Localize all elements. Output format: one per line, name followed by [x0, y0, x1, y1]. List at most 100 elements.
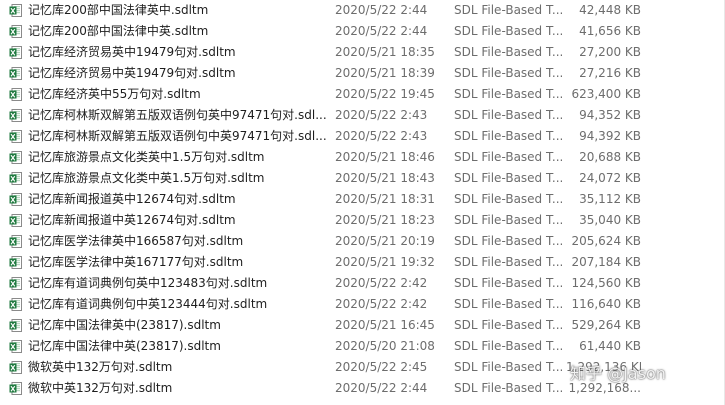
file-type: SDL File-Based T...	[454, 318, 562, 332]
file-name: 记忆库新闻报道英中12674句对.sdltm	[28, 192, 236, 206]
file-size: 205,624 KB	[571, 234, 641, 248]
file-date-modified: 2020/5/22 2:44	[335, 381, 428, 395]
file-name: 记忆库柯林斯双解第五版双语例句英中97471句对.sdl...	[28, 108, 327, 122]
file-row[interactable]: 记忆库中国法律英中(23817).sdltm 2020/5/21 16:45 SDL…	[0, 315, 725, 336]
file-date-modified: 2020/5/22 19:45	[335, 87, 435, 101]
file-date-modified: 2020/5/21 18:31	[335, 192, 435, 206]
file-name: 记忆库医学法律中英167177句对.sdltm	[28, 255, 244, 269]
file-name: 记忆库旅游景点文化类中英1.5万句对.sdltm	[28, 171, 265, 185]
file-size: 24,072 KB	[579, 171, 641, 185]
file-row[interactable]: 记忆库200部中国法律英中.sdltm 2020/5/22 2:44 SDL Fil…	[0, 0, 725, 21]
file-size: 27,216 KB	[579, 66, 641, 80]
excel-sheet-icon	[9, 46, 22, 59]
file-row[interactable]: 微软英中132万句对.sdltm 2020/5/22 2:45 SDL File-B…	[0, 357, 725, 378]
file-row[interactable]: 记忆库柯林斯双解第五版双语例句中英97471句对.sdl... 2020/5/22…	[0, 126, 725, 147]
file-row[interactable]: 记忆库经济贸易中英19479句对.sdltm 2020/5/21 18:39 SDL…	[0, 63, 725, 84]
file-date-modified: 2020/5/21 18:43	[335, 171, 435, 185]
file-name: 记忆库新闻报道中英12674句对.sdltm	[28, 213, 236, 227]
file-name: 记忆库旅游景点文化类英中1.5万句对.sdltm	[28, 150, 265, 164]
excel-sheet-icon	[9, 109, 22, 122]
file-size: 61,440 KB	[579, 339, 641, 353]
file-date-modified: 2020/5/20 21:08	[335, 339, 435, 353]
file-size: 94,352 KB	[579, 108, 641, 122]
file-size: 27,200 KB	[579, 45, 641, 59]
excel-sheet-icon	[9, 67, 22, 80]
file-type: SDL File-Based T...	[454, 3, 562, 17]
file-size: 1,292,168...	[568, 381, 641, 395]
file-size: 42,448 KB	[579, 3, 641, 17]
excel-sheet-icon	[9, 193, 22, 206]
file-row[interactable]: 记忆库经济英中55万句对.sdltm 2020/5/22 19:45 SDL Fil…	[0, 84, 725, 105]
file-type: SDL File-Based T...	[454, 234, 562, 248]
file-date-modified: 2020/5/22 2:42	[335, 297, 428, 311]
file-type: SDL File-Based T...	[454, 360, 562, 374]
file-name: 微软中英132万句对.sdltm	[28, 381, 173, 395]
file-size: 20,688 KB	[579, 150, 641, 164]
file-date-modified: 2020/5/22 2:44	[335, 3, 428, 17]
file-name: 记忆库200部中国法律中英.sdltm	[28, 24, 209, 38]
file-name: 记忆库经济英中55万句对.sdltm	[28, 87, 201, 101]
file-date-modified: 2020/5/22 2:42	[335, 276, 428, 290]
file-date-modified: 2020/5/22 2:43	[335, 108, 428, 122]
file-row[interactable]: 记忆库旅游景点文化类英中1.5万句对.sdltm 2020/5/21 18:46 S…	[0, 147, 725, 168]
file-size: 35,040 KB	[579, 213, 641, 227]
file-row[interactable]: 记忆库医学法律英中166587句对.sdltm 2020/5/21 20:19 SD…	[0, 231, 725, 252]
file-size: 41,656 KB	[579, 24, 641, 38]
excel-sheet-icon	[9, 214, 22, 227]
file-size: 35,112 KB	[579, 192, 641, 206]
excel-sheet-icon	[9, 319, 22, 332]
file-row[interactable]: 记忆库经济贸易英中19479句对.sdltm 2020/5/21 18:35 SDL…	[0, 42, 725, 63]
file-name: 记忆库经济贸易英中19479句对.sdltm	[28, 45, 236, 59]
file-row[interactable]: 微软中英132万句对.sdltm 2020/5/22 2:44 SDL File-B…	[0, 378, 725, 399]
file-name: 记忆库有道词典例句中英123444句对.sdltm	[28, 297, 268, 311]
excel-sheet-icon	[9, 25, 22, 38]
file-row[interactable]: 记忆库有道词典例句中英123444句对.sdltm 2020/5/22 2:42 S…	[0, 294, 725, 315]
file-name: 记忆库中国法律中英(23817).sdltm	[28, 339, 221, 353]
file-date-modified: 2020/5/21 18:46	[335, 150, 435, 164]
file-date-modified: 2020/5/22 2:44	[335, 24, 428, 38]
file-date-modified: 2020/5/21 20:19	[335, 234, 435, 248]
file-row[interactable]: 记忆库新闻报道中英12674句对.sdltm 2020/5/21 18:23 SDL…	[0, 210, 725, 231]
file-name: 记忆库中国法律英中(23817).sdltm	[28, 318, 221, 332]
excel-sheet-icon	[9, 88, 22, 101]
file-date-modified: 2020/5/21 18:35	[335, 45, 435, 59]
file-type: SDL File-Based T...	[454, 213, 562, 227]
file-type: SDL File-Based T...	[454, 129, 562, 143]
file-type: SDL File-Based T...	[454, 87, 562, 101]
file-type: SDL File-Based T...	[454, 192, 562, 206]
file-size: 529,264 KB	[571, 318, 641, 332]
file-row[interactable]: 记忆库有道词典例句英中123483句对.sdltm 2020/5/22 2:42 S…	[0, 273, 725, 294]
file-name: 记忆库200部中国法律英中.sdltm	[28, 3, 209, 17]
file-type: SDL File-Based T...	[454, 339, 562, 353]
excel-sheet-icon	[9, 151, 22, 164]
file-size: 207,184 KB	[571, 255, 641, 269]
file-row[interactable]: 记忆库200部中国法律中英.sdltm 2020/5/22 2:44 SDL Fil…	[0, 21, 725, 42]
file-row[interactable]: 记忆库柯林斯双解第五版双语例句英中97471句对.sdl... 2020/5/22…	[0, 105, 725, 126]
file-date-modified: 2020/5/21 18:39	[335, 66, 435, 80]
excel-sheet-icon	[9, 130, 22, 143]
file-size: 116,640 KB	[571, 297, 641, 311]
file-date-modified: 2020/5/22 2:45	[335, 360, 428, 374]
file-date-modified: 2020/5/21 18:23	[335, 213, 435, 227]
file-type: SDL File-Based T...	[454, 255, 562, 269]
file-list: 记忆库200部中国法律英中.sdltm 2020/5/22 2:44 SDL Fil…	[0, 0, 725, 399]
excel-sheet-icon	[9, 382, 22, 395]
file-name: 记忆库柯林斯双解第五版双语例句中英97471句对.sdl...	[28, 129, 327, 143]
excel-sheet-icon	[9, 298, 22, 311]
file-type: SDL File-Based T...	[454, 381, 562, 395]
excel-sheet-icon	[9, 256, 22, 269]
file-name: 记忆库有道词典例句英中123483句对.sdltm	[28, 276, 268, 290]
file-row[interactable]: 记忆库医学法律中英167177句对.sdltm 2020/5/21 19:32 SD…	[0, 252, 725, 273]
excel-sheet-icon	[9, 172, 22, 185]
excel-sheet-icon	[9, 361, 22, 374]
excel-sheet-icon	[9, 277, 22, 290]
file-type: SDL File-Based T...	[454, 171, 562, 185]
file-row[interactable]: 记忆库中国法律中英(23817).sdltm 2020/5/20 21:08 SDL…	[0, 336, 725, 357]
file-row[interactable]: 记忆库旅游景点文化类中英1.5万句对.sdltm 2020/5/21 18:43 S…	[0, 168, 725, 189]
file-type: SDL File-Based T...	[454, 66, 562, 80]
file-name: 记忆库医学法律英中166587句对.sdltm	[28, 234, 244, 248]
file-size: 1,292,136 KB	[566, 360, 641, 374]
file-type: SDL File-Based T...	[454, 150, 562, 164]
file-size: 94,392 KB	[579, 129, 641, 143]
file-row[interactable]: 记忆库新闻报道英中12674句对.sdltm 2020/5/21 18:31 SDL…	[0, 189, 725, 210]
